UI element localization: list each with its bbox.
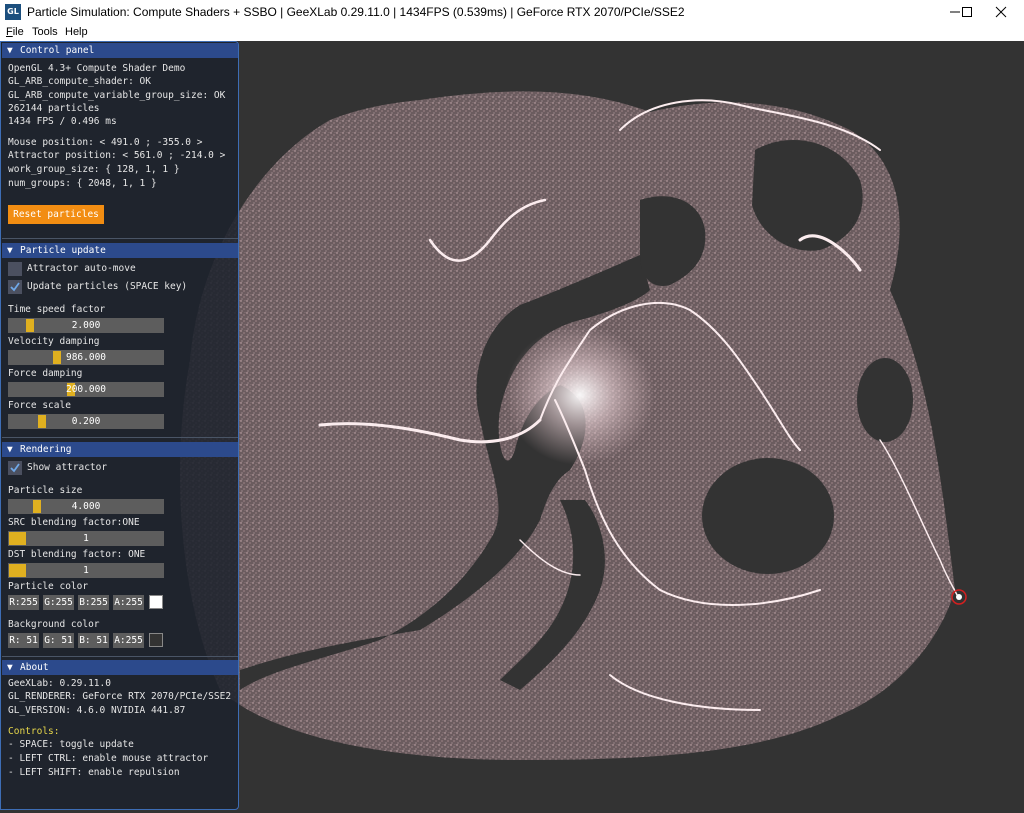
slider-value: 2.000 xyxy=(71,320,101,331)
show-attractor-checkbox[interactable] xyxy=(8,461,22,475)
background-color-b[interactable]: B: 51 xyxy=(78,633,109,648)
particle-size-label: Particle size xyxy=(8,485,83,496)
checkmark-icon xyxy=(10,282,20,292)
controls-title: Controls: xyxy=(8,726,60,737)
header-about[interactable]: ▼ About xyxy=(2,660,238,675)
collapse-arrow-icon: ▼ xyxy=(7,245,13,256)
info-line: GL_ARB_compute_shader: OK xyxy=(8,76,151,87)
menu-file[interactable]: File xyxy=(6,26,24,38)
divider xyxy=(2,437,238,438)
about-line: GeeXLab: 0.29.11.0 xyxy=(8,678,111,689)
info-line: 1434 FPS / 0.496 ms xyxy=(8,116,117,127)
mouse-position: Mouse position: < 491.0 ; -355.0 > xyxy=(8,137,203,148)
slider-value: 0.200 xyxy=(71,416,101,427)
attractor-position: Attractor position: < 561.0 ; -214.0 > xyxy=(8,150,226,161)
reset-particles-button[interactable]: Reset particles xyxy=(8,205,104,224)
collapse-arrow-icon: ▼ xyxy=(7,662,13,673)
title-bar: GL Particle Simulation: Compute Shaders … xyxy=(0,0,1024,24)
time-speed-label: Time speed factor xyxy=(8,304,106,315)
info-line: 262144 particles xyxy=(8,103,100,114)
window-title: Particle Simulation: Compute Shaders + S… xyxy=(27,5,685,19)
time-speed-slider[interactable]: 2.000 xyxy=(8,318,164,333)
controls-line: - LEFT CTRL: enable mouse attractor xyxy=(8,753,209,764)
info-line: OpenGL 4.3+ Compute Shader Demo xyxy=(8,63,186,74)
slider-value: 1 xyxy=(83,533,89,544)
background-color-swatch[interactable] xyxy=(149,633,163,647)
background-color-a[interactable]: A:255 xyxy=(113,633,144,648)
menu-bar: File Tools Help xyxy=(0,24,1024,41)
background-color-g[interactable]: G: 51 xyxy=(43,633,74,648)
maximize-icon xyxy=(962,7,972,17)
velocity-damping-label: Velocity damping xyxy=(8,336,100,347)
header-rendering[interactable]: ▼ Rendering xyxy=(2,442,238,457)
collapse-arrow-icon: ▼ xyxy=(7,45,13,56)
particle-color-label: Particle color xyxy=(8,581,89,592)
menu-help[interactable]: Help xyxy=(65,26,88,38)
close-button[interactable] xyxy=(978,0,1024,24)
src-blend-slider[interactable]: 1 xyxy=(8,531,164,546)
show-attractor-label: Show attractor xyxy=(27,462,108,473)
work-group-size: work_group_size: { 128, 1, 1 } xyxy=(8,164,180,175)
header-control-panel[interactable]: ▼ Control panel xyxy=(2,43,238,58)
attractor-dot xyxy=(956,594,962,600)
collapse-arrow-icon: ▼ xyxy=(7,444,13,455)
particle-color-b[interactable]: B:255 xyxy=(78,595,109,610)
dst-blend-slider[interactable]: 1 xyxy=(8,563,164,578)
particle-size-slider[interactable]: 4.000 xyxy=(8,499,164,514)
force-damping-slider[interactable]: 200.000 xyxy=(8,382,164,397)
attractor-auto-move-checkbox[interactable] xyxy=(8,262,22,276)
slider-value: 986.000 xyxy=(65,352,107,363)
slider-value: 1 xyxy=(83,565,89,576)
update-particles-checkbox[interactable] xyxy=(8,280,22,294)
attractor-auto-move-label: Attractor auto-move xyxy=(27,263,136,274)
force-scale-slider[interactable]: 0.200 xyxy=(8,414,164,429)
about-line: GL_VERSION: 4.6.0 NVIDIA 441.87 xyxy=(8,705,186,716)
control-panel: ▼ Control panel OpenGL 4.3+ Compute Shad… xyxy=(0,41,239,810)
background-color-label: Background color xyxy=(8,619,100,630)
app-icon: GL xyxy=(5,4,21,20)
particle-color-a[interactable]: A:255 xyxy=(113,595,144,610)
about-line: GL_RENDERER: GeForce RTX 2070/PCIe/SSE2 xyxy=(8,691,232,702)
header-particle-update[interactable]: ▼ Particle update xyxy=(2,243,238,258)
particle-color-swatch[interactable] xyxy=(149,595,163,609)
slider-value: 200.000 xyxy=(65,384,107,395)
particle-color-r[interactable]: R:255 xyxy=(8,595,39,610)
controls-line: - SPACE: toggle update xyxy=(8,739,134,750)
src-blend-label: SRC blending factor:ONE xyxy=(8,517,140,528)
force-damping-label: Force damping xyxy=(8,368,83,379)
background-color-r[interactable]: R: 51 xyxy=(8,633,39,648)
dark-hole-large xyxy=(702,458,834,574)
force-scale-label: Force scale xyxy=(8,400,71,411)
menu-tools[interactable]: Tools xyxy=(32,26,58,38)
particle-color-g[interactable]: G:255 xyxy=(43,595,74,610)
divider xyxy=(2,656,238,657)
velocity-damping-slider[interactable]: 986.000 xyxy=(8,350,164,365)
dst-blend-label: DST blending factor: ONE xyxy=(8,549,146,560)
controls-line: - LEFT SHIFT: enable repulsion xyxy=(8,767,180,778)
update-particles-label: Update particles (SPACE key) xyxy=(27,281,188,292)
num-groups: num_groups: { 2048, 1, 1 } xyxy=(8,178,157,189)
close-icon xyxy=(995,6,1007,18)
divider xyxy=(2,238,238,239)
info-line: GL_ARB_compute_variable_group_size: OK xyxy=(8,90,226,101)
slider-value: 4.000 xyxy=(71,501,101,512)
dark-hole-small xyxy=(857,358,913,442)
checkmark-icon xyxy=(10,463,20,473)
